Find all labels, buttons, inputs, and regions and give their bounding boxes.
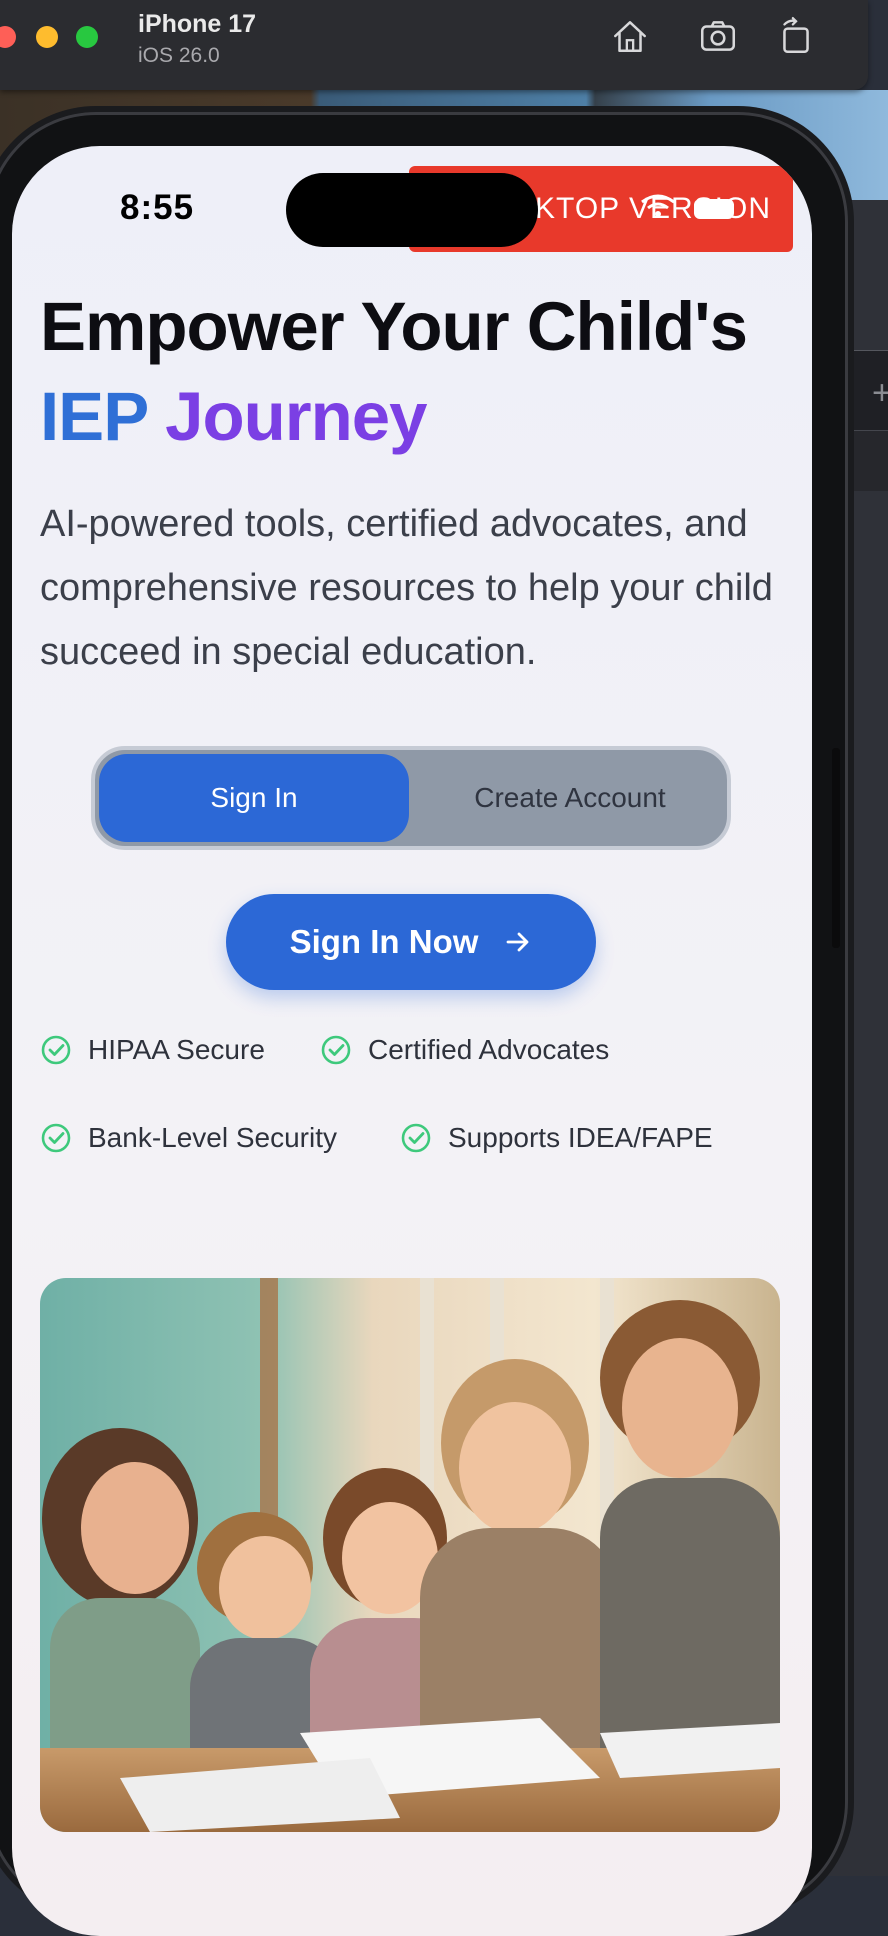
hero-title: Empower Your Child's IEP Journey (40, 282, 800, 462)
feature-label: Supports IDEA/FAPE (448, 1122, 713, 1153)
hero-subtitle: AI-powered tools, certified advocates, a… (40, 503, 773, 673)
rotate-icon (783, 16, 809, 54)
family-photo (40, 1278, 780, 1832)
feature-label: Certified Advocates (368, 1034, 610, 1065)
status-time: 8:55 (120, 188, 195, 227)
tab-create-account[interactable]: Create Account (415, 754, 725, 842)
phone-screen: DESKTOP VERSION 8:55 Empower Your Child'… (12, 146, 812, 1936)
hero-title-line1: Empower Your Child's (40, 288, 748, 365)
screenshot-icon (700, 21, 736, 51)
check-circle-icon (401, 1123, 431, 1153)
minimize-window-button[interactable] (36, 26, 58, 48)
home-icon (614, 21, 646, 52)
check-circle-icon (321, 1035, 351, 1065)
feature-item: Supports IDEA/FAPE (400, 1122, 713, 1154)
tab-sign-in[interactable]: Sign In (99, 754, 409, 842)
dynamic-island (286, 173, 538, 247)
feature-item: Bank-Level Security (40, 1122, 337, 1154)
side-button (832, 748, 840, 948)
home-button[interactable] (606, 12, 654, 60)
feature-item: Certified Advocates (320, 1034, 609, 1066)
feature-label: Bank-Level Security (88, 1122, 338, 1153)
rotate-button[interactable] (772, 12, 820, 60)
hero-title-iep: IEP (40, 378, 148, 455)
screenshot-button[interactable] (694, 12, 742, 60)
family-illustration (40, 1278, 780, 1832)
zoom-window-button[interactable] (76, 26, 98, 48)
arrow-right-icon (507, 932, 529, 952)
os-version: iOS 26.0 (138, 44, 220, 67)
sign-in-now-button[interactable]: Sign In Now (226, 894, 596, 990)
wifi-icon (641, 194, 734, 219)
device-name: iPhone 17 (138, 10, 257, 38)
auth-toggle: Sign In Create Account (91, 746, 731, 850)
check-circle-icon (41, 1123, 71, 1153)
feature-item: HIPAA Secure (40, 1034, 265, 1066)
hero-title-journey: Journey (165, 378, 427, 455)
iphone-frame: DESKTOP VERSION 8:55 Empower Your Child'… (0, 112, 848, 1936)
tab-create-account-label: Create Account (474, 782, 666, 813)
tab-sign-in-label: Sign In (210, 782, 298, 813)
check-circle-icon (41, 1035, 71, 1065)
close-window-button[interactable] (0, 26, 16, 48)
feature-label: HIPAA Secure (88, 1034, 265, 1065)
plus-icon: + (872, 374, 888, 412)
sign-in-now-label: Sign In Now (289, 923, 479, 960)
simulator-title-bar: iPhone 17 iOS 26.0 (0, 0, 868, 90)
